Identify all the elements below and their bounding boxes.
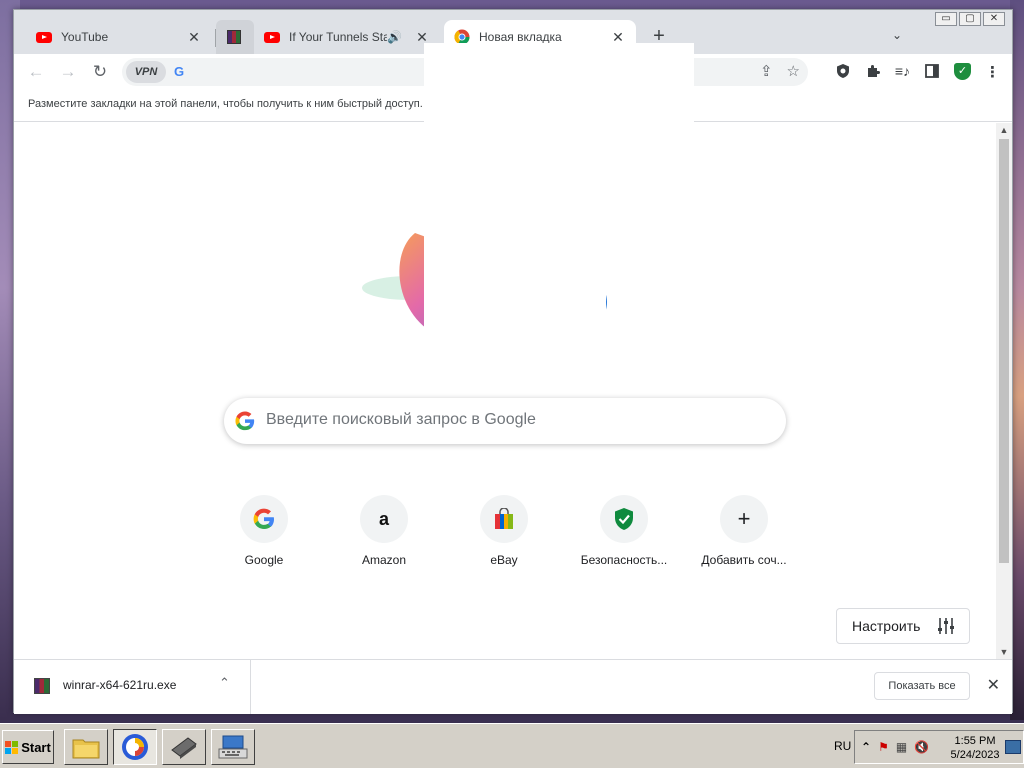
language-indicator[interactable]: RU [834,739,851,753]
tab-close-button[interactable]: ✕ [186,29,202,45]
media-playlist-icon[interactable]: ≡♪ [895,63,910,83]
extensions-puzzle-icon[interactable] [865,63,881,83]
taskbar-explorer[interactable] [64,729,108,765]
close-shelf-button[interactable]: ✕ [987,675,1000,695]
browser-app-icon [122,734,148,760]
tab-winrar[interactable] [216,20,254,54]
shortcut-label: Безопасность... [580,553,668,567]
search-placeholder: Введите поисковый запрос в Google [266,411,536,428]
bookmarks-hint: Разместите закладки на этой панели, чтоб… [28,98,423,110]
shortcut-label: eBay [490,553,518,567]
tab-youtube[interactable]: YouTube ✕ [26,20,212,54]
taskbar-device-manager[interactable] [162,729,206,765]
vpn-button[interactable]: VPN [126,61,166,83]
tab-tunnels-video[interactable]: If Your Tunnels Start 🔊 ✕ [254,20,440,54]
tray-expand-arrow-icon[interactable]: ⌃ [861,740,871,754]
close-window-button[interactable]: ✕ [983,12,1005,26]
forward-button[interactable]: → [56,60,80,84]
maximize-button[interactable]: ▢ [959,12,981,26]
scroll-down-arrow[interactable]: ▼ [996,645,1012,659]
clock-date: 5/24/2023 [950,749,1000,761]
privacy-shield-icon[interactable] [835,63,851,83]
download-item[interactable]: winrar-x64-621ru.exe ⌃ [14,660,251,714]
chevron-up-icon[interactable]: ⌃ [219,675,230,691]
folder-icon [72,739,100,759]
scroll-thumb[interactable] [999,139,1009,563]
minimize-button[interactable]: ▭ [935,12,957,26]
shortcut-add[interactable]: + Добавить соч... [688,495,800,575]
shield-check-icon [600,495,648,543]
system-tray: RU ⌃ ⚑ ▦ 🔇 1:55 PM 5/24/2023 [828,730,1024,764]
show-all-button[interactable]: Показать все [874,672,970,700]
scroll-up-arrow[interactable]: ▲ [996,123,1012,137]
shortcut-ebay[interactable]: eBay [448,495,560,575]
start-button[interactable]: Start [2,730,54,764]
tab-title: If Your Tunnels Start [289,30,388,44]
taskbar-browser[interactable] [113,729,157,765]
extension-icons: ≡♪ ✓ ⋮ [835,63,1000,83]
youtube-icon [264,29,280,45]
tab-search-button[interactable]: ⌄ [892,28,902,42]
show-desktop-button[interactable] [1005,740,1021,754]
youtube-icon [36,29,52,45]
windows-logo-icon [5,740,19,754]
browser-window: ▭ ▢ ✕ YouTube ✕ If Your Tunnels Start 🔊 … [13,9,1013,714]
taskbar: Start RU ⌃ ⚑ ▦ 🔇 1:55 PM 5/24/2023 [0,723,1024,768]
notification-area: ⌃ ⚑ ▦ 🔇 1:55 PM 5/24/2023 [854,730,1024,764]
keyboard-icon [218,735,248,759]
window-controls: ▭ ▢ ✕ [935,12,1005,26]
volume-muted-icon[interactable]: 🔇 [914,740,929,754]
bookmark-star-icon[interactable]: ☆ [787,62,800,80]
shortcut-label: Google [244,553,284,567]
shortcut-label: Amazon [361,553,407,567]
sliders-icon [936,616,956,641]
winrar-icon [226,29,242,45]
winrar-icon [34,678,50,694]
shortcut-amazon[interactable]: a Amazon [328,495,440,575]
plus-icon: + [720,495,768,543]
download-filename: winrar-x64-621ru.exe [63,678,177,692]
ntp-search-box[interactable]: Введите поисковый запрос в Google [224,398,786,444]
google-g-icon: G [174,64,185,79]
taskbar-onscreen-keyboard[interactable] [211,729,255,765]
reload-button[interactable]: ↻ [88,60,112,84]
clock-time: 1:55 PM [954,735,996,747]
amazon-icon: a [360,495,408,543]
start-label: Start [21,739,51,755]
page-scrollbar[interactable]: ▲ ▼ [996,123,1012,659]
google-g-icon [235,411,255,431]
hardware-icon [171,737,197,759]
side-panel-icon[interactable] [924,63,940,83]
download-shelf: winrar-x64-621ru.exe ⌃ Показать все ✕ [14,659,1012,714]
network-icon[interactable]: ▦ [896,740,907,754]
ebay-bag-icon [480,495,528,543]
tab-title: Новая вкладка [479,30,562,44]
action-center-flag-icon[interactable]: ⚑ [878,740,889,754]
tab-title: YouTube [61,30,109,44]
google-g-icon [240,495,288,543]
clock[interactable]: 1:55 PM 5/24/2023 [949,734,1001,762]
shortcut-google[interactable]: Google [208,495,320,575]
adblock-shield-icon[interactable]: ✓ [954,63,971,80]
menu-kebab-icon[interactable]: ⋮ [985,63,1000,83]
customize-button[interactable]: Настроить [836,608,970,644]
shortcut-label: Добавить соч... [701,553,787,567]
speaker-icon[interactable]: 🔊 [387,30,402,44]
blank-dropdown-overlay [424,43,694,269]
shortcut-security[interactable]: Безопасность... [568,495,680,575]
back-button[interactable]: ← [24,60,48,84]
customize-label: Настроить [852,618,921,634]
share-icon[interactable]: ⇪ [760,62,773,80]
